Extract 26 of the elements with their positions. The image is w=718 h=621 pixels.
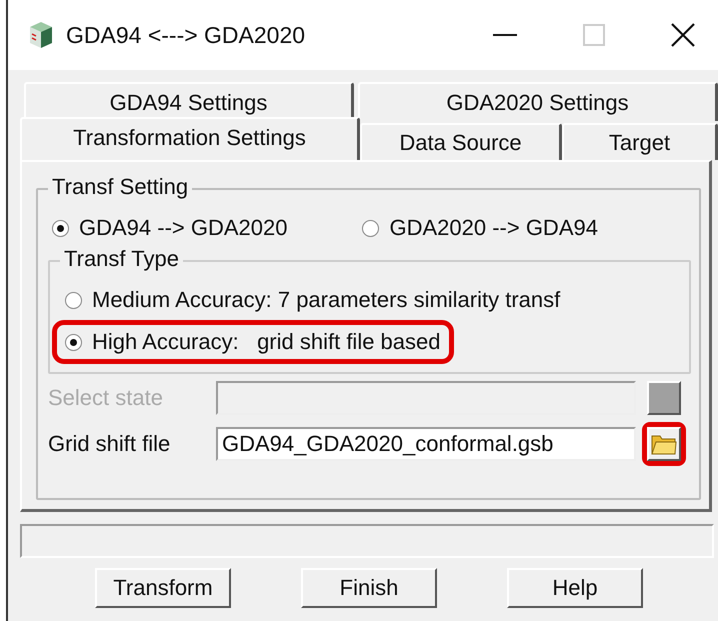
radio-label[interactable]: Medium Accuracy: 7 parameters similarity transf (92, 287, 560, 313)
radio-label[interactable]: GDA2020 --> GDA94 (389, 215, 598, 241)
radio-button[interactable] (362, 220, 380, 236)
field-label: Grid shift file (48, 431, 172, 457)
input-field[interactable]: GDA94_GDA2020_conformal.gsb (216, 427, 636, 461)
window-title: GDA94 <---> GDA2020 (66, 22, 306, 48)
dialog-button[interactable]: Help (507, 568, 643, 608)
radio-button[interactable] (65, 334, 82, 350)
tab[interactable]: GDA2020 Settings (358, 82, 718, 121)
folder-icon (651, 433, 677, 455)
radio-button[interactable] (52, 220, 69, 236)
minimize-button[interactable] (492, 34, 518, 36)
radio-label[interactable]: GDA94 --> GDA2020 (79, 215, 288, 241)
close-icon (670, 22, 696, 48)
dialog-button[interactable]: Transform (95, 568, 231, 608)
tab[interactable]: Transformation Settings (20, 117, 360, 160)
app-icon (28, 20, 54, 50)
field-label: Select state (48, 385, 164, 411)
radio-label[interactable]: High Accuracy: grid shift file based (92, 329, 440, 355)
maximize-icon (582, 23, 606, 47)
dialog-button[interactable]: Finish (301, 568, 437, 608)
radio-button[interactable] (65, 292, 82, 308)
close-button[interactable] (670, 22, 696, 48)
tab[interactable]: Target (562, 123, 718, 160)
tab[interactable]: Data Source (360, 123, 562, 160)
minimize-icon (492, 34, 518, 36)
